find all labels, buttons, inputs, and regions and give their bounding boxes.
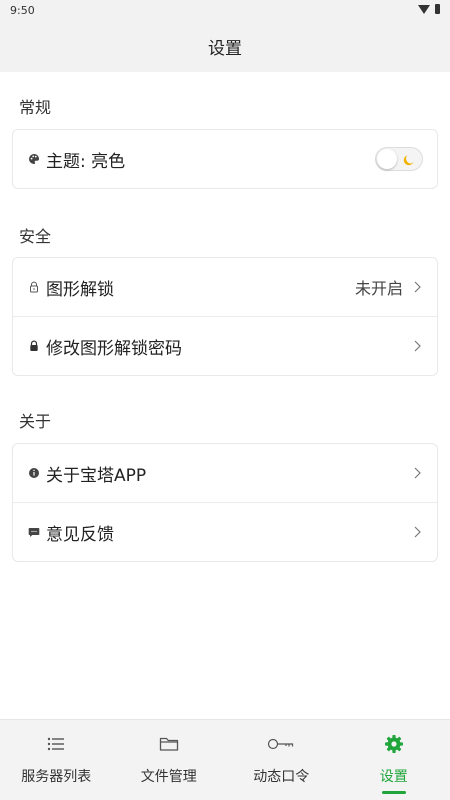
tab-settings[interactable]: 设置 bbox=[338, 720, 450, 800]
section-title-about: 关于 bbox=[19, 412, 52, 431]
pattern-lock-row[interactable]: 图形解锁 未开启 bbox=[13, 258, 437, 316]
section-title-security: 安全 bbox=[19, 227, 52, 246]
gear-icon bbox=[384, 734, 404, 754]
lock-filled-icon bbox=[27, 339, 41, 353]
info-icon bbox=[27, 466, 41, 480]
status-bar: 9:50 bbox=[0, 0, 450, 20]
moon-icon bbox=[402, 152, 416, 171]
battery-icon bbox=[435, 4, 440, 14]
section-title-general: 常规 bbox=[19, 98, 52, 117]
status-time: 9:50 bbox=[10, 4, 35, 17]
card-security: 图形解锁 未开启 修改图形解锁密码 bbox=[12, 257, 438, 376]
theme-label: 主题: 亮色 bbox=[46, 151, 126, 172]
pattern-lock-label: 图形解锁 bbox=[46, 279, 114, 300]
active-tab-indicator bbox=[381, 791, 406, 794]
theme-row[interactable]: 主题: 亮色 bbox=[13, 130, 437, 188]
change-pattern-row[interactable]: 修改图形解锁密码 bbox=[13, 316, 437, 375]
chevron-right-icon bbox=[411, 281, 423, 293]
folder-icon bbox=[159, 734, 179, 754]
lock-outline-icon bbox=[27, 280, 41, 294]
list-icon bbox=[47, 734, 65, 754]
chevron-right-icon bbox=[411, 526, 423, 538]
card-general: 主题: 亮色 bbox=[12, 129, 438, 189]
app-bar: 设置 bbox=[0, 20, 450, 72]
tab-label: 文件管理 bbox=[140, 769, 197, 785]
tab-label: 服务器列表 bbox=[21, 769, 92, 785]
pattern-lock-status: 未开启 bbox=[354, 279, 403, 298]
chevron-right-icon bbox=[411, 340, 423, 352]
wifi-icon bbox=[418, 4, 430, 14]
palette-icon bbox=[27, 152, 41, 166]
feedback-label: 意见反馈 bbox=[46, 524, 114, 545]
about-app-label: 关于宝塔APP bbox=[46, 465, 147, 486]
chat-icon bbox=[27, 525, 41, 539]
tab-label: 动态口令 bbox=[253, 769, 310, 785]
feedback-row[interactable]: 意见反馈 bbox=[13, 502, 437, 561]
bottom-tab-bar: 服务器列表 文件管理 动态口令 设置 bbox=[0, 719, 450, 800]
page-title: 设置 bbox=[208, 38, 242, 59]
tab-server-list[interactable]: 服务器列表 bbox=[0, 720, 113, 800]
tab-file-manager[interactable]: 文件管理 bbox=[113, 720, 226, 800]
change-pattern-label: 修改图形解锁密码 bbox=[46, 338, 182, 359]
about-app-row[interactable]: 关于宝塔APP bbox=[13, 444, 437, 502]
tab-dynamic-password[interactable]: 动态口令 bbox=[225, 720, 338, 800]
card-about: 关于宝塔APP 意见反馈 bbox=[12, 443, 438, 562]
chevron-right-icon bbox=[411, 467, 423, 479]
status-icons bbox=[418, 4, 440, 14]
theme-toggle[interactable] bbox=[375, 147, 423, 171]
key-icon bbox=[267, 734, 295, 754]
tab-label: 设置 bbox=[379, 769, 408, 785]
settings-content: 常规 主题: 亮色 安全 图形解锁 未开启 修改图形解锁密码 关于 关于宝塔AP… bbox=[0, 72, 450, 720]
toggle-knob bbox=[377, 149, 397, 169]
